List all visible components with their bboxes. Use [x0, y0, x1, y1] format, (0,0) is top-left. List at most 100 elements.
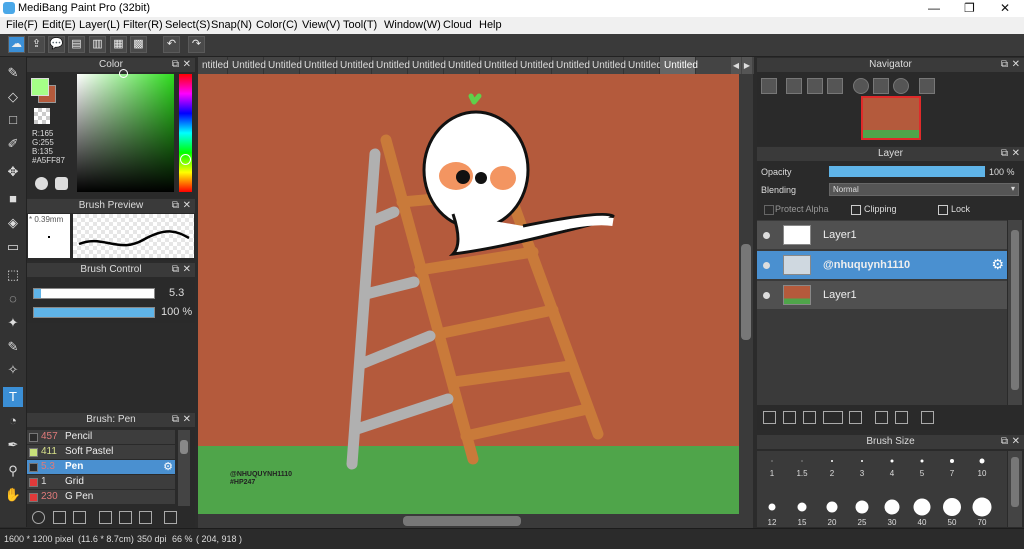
brush-size-option[interactable]: 20 — [818, 493, 846, 529]
visibility-icon[interactable] — [763, 262, 770, 269]
brush-size-option[interactable]: 50 — [938, 493, 966, 529]
zoom-out-icon[interactable] — [827, 78, 843, 94]
brush-size-option[interactable]: 70 — [968, 493, 996, 529]
brush-size-option[interactable]: 3 — [848, 457, 876, 493]
close-panel-icon[interactable]: ✕ — [183, 199, 191, 213]
clipping-checkbox[interactable] — [851, 205, 861, 215]
delete-brush-icon[interactable] — [164, 511, 177, 524]
layer-row[interactable]: Layer1 — [757, 281, 1007, 310]
menu-tool[interactable]: Tool(T) — [343, 19, 377, 31]
select-pen-icon[interactable]: ✎ — [3, 337, 23, 357]
brush-size-option[interactable]: 30 — [878, 493, 906, 529]
horizontal-scroll-thumb[interactable] — [403, 516, 521, 526]
undock-icon[interactable]: ⧉ — [1001, 58, 1008, 72]
cloud-brush-icon[interactable] — [32, 511, 45, 524]
picker-handle[interactable] — [119, 69, 128, 78]
tab-document[interactable]: Untitled — [516, 57, 554, 74]
visibility-icon[interactable] — [763, 232, 770, 239]
brush-size-option[interactable]: 12 — [758, 493, 786, 529]
fit-icon[interactable] — [807, 78, 823, 94]
grid-icon[interactable]: ▩ — [130, 36, 147, 53]
saturation-value-picker[interactable] — [77, 74, 174, 192]
select-eraser-icon[interactable]: ✧ — [3, 360, 23, 380]
layer-opacity-slider[interactable] — [829, 166, 985, 177]
menu-layer[interactable]: Layer(L) — [79, 19, 120, 31]
undo-icon[interactable]: ↶ — [163, 36, 180, 53]
menu-view[interactable]: View(V) — [302, 19, 340, 31]
brush-size-option[interactable]: 15 — [788, 493, 816, 529]
lasso-icon[interactable]: ◌ — [3, 289, 23, 309]
menu-edit[interactable]: Edit(E) — [42, 19, 76, 31]
tab-scroll-right-icon[interactable]: ▶ — [742, 57, 752, 74]
add-layer-menu-icon[interactable] — [823, 411, 843, 424]
close-panel-icon[interactable]: ✕ — [1012, 147, 1020, 161]
close-panel-icon[interactable]: ✕ — [1012, 435, 1020, 449]
brush-size-slider[interactable] — [33, 288, 155, 299]
upload-icon[interactable]: ⇪ — [28, 36, 45, 53]
tab-document[interactable]: Untitled — [228, 57, 266, 74]
brush-size-option[interactable]: 40 — [908, 493, 936, 529]
tab-document[interactable]: Untitled — [264, 57, 302, 74]
cloud-icon[interactable]: ☁ — [8, 36, 25, 53]
message-icon[interactable]: ▤ — [68, 36, 85, 53]
close-panel-icon[interactable]: ✕ — [1012, 58, 1020, 72]
navigator-thumbnail[interactable] — [861, 96, 921, 140]
fullscreen-icon[interactable] — [873, 78, 889, 94]
menu-color[interactable]: Color(C) — [256, 19, 298, 31]
brush-list-item[interactable]: 411 Soft Pastel — [27, 445, 175, 460]
menu-window[interactable]: Window(W) — [384, 19, 441, 31]
brush-size-option[interactable]: 25 — [848, 493, 876, 529]
close-panel-icon[interactable]: ✕ — [183, 263, 191, 277]
brush-size-option[interactable]: 2 — [818, 457, 846, 493]
hue-handle[interactable] — [180, 154, 191, 165]
brush-list-item[interactable]: 5.3 Pen ⚙ — [27, 460, 175, 475]
duplicate-icon[interactable] — [139, 511, 152, 524]
duplicate-layer-icon[interactable] — [875, 411, 888, 424]
dropper-tool-icon[interactable]: ✒ — [3, 435, 23, 455]
undock-icon[interactable]: ⧉ — [172, 413, 179, 427]
layer-settings-gear-icon[interactable]: ⚙ — [991, 256, 1004, 273]
protect-alpha-checkbox[interactable] — [764, 205, 774, 215]
vertical-scrollbar[interactable] — [739, 74, 753, 514]
brush-list-item[interactable]: 1 Grid — [27, 475, 175, 490]
new-halftone-layer-icon[interactable] — [783, 411, 796, 424]
folder-icon[interactable] — [119, 511, 132, 524]
visibility-icon[interactable] — [763, 292, 770, 299]
eyedropper-icon[interactable]: ⚲ — [3, 461, 23, 481]
copy-brush-icon[interactable] — [99, 511, 112, 524]
brush-size-option[interactable]: 7 — [938, 457, 966, 493]
layer-folder-icon[interactable] — [849, 411, 862, 424]
shape-tool-icon[interactable]: □ — [3, 110, 23, 130]
tab-document[interactable]: Untitled — [372, 57, 410, 74]
tab-document[interactable]: Untitled — [588, 57, 626, 74]
layer-list-scrollbar[interactable] — [1008, 220, 1022, 405]
delete-layer-icon[interactable] — [921, 411, 934, 424]
color-wheel-icon[interactable] — [35, 177, 48, 190]
add-brush-icon[interactable] — [73, 511, 86, 524]
color-palette-icon[interactable] — [55, 177, 68, 190]
brush-list-item[interactable]: 457 Pencil — [27, 430, 175, 445]
balloon-tool-icon[interactable]: ◔ — [3, 411, 23, 431]
transparent-color-swatch[interactable] — [34, 108, 50, 124]
close-panel-icon[interactable]: ✕ — [183, 58, 191, 72]
brush-settings-gear-icon[interactable]: ⚙ — [163, 460, 173, 473]
redo-icon[interactable]: ↷ — [188, 36, 205, 53]
tab-document[interactable]: Untitled — [408, 57, 446, 74]
undock-icon[interactable]: ⧉ — [172, 263, 179, 277]
eraser-tool-icon[interactable]: ◇ — [3, 87, 23, 107]
new-layer-icon[interactable] — [763, 411, 776, 424]
new-8bit-layer-icon[interactable] — [803, 411, 816, 424]
undock-icon[interactable]: ⧉ — [1001, 147, 1008, 161]
brush-size-option[interactable]: 1.5 — [788, 457, 816, 493]
fill-rect-tool-icon[interactable]: ■ — [3, 189, 23, 209]
layer-scroll-thumb[interactable] — [1011, 230, 1019, 390]
zoom-in-icon[interactable] — [761, 78, 777, 94]
tab-document[interactable]: Untitled — [480, 57, 518, 74]
close-button[interactable]: ✕ — [1000, 1, 1010, 15]
brush-size-option[interactable]: 1 — [758, 457, 786, 493]
rotate-left-icon[interactable] — [853, 78, 869, 94]
brush-size-option[interactable]: 5 — [908, 457, 936, 493]
blending-select[interactable]: Normal ▾ — [829, 183, 1019, 196]
foreground-color-swatch[interactable] — [31, 78, 49, 96]
tab-scroll-left-icon[interactable]: ◀ — [731, 57, 741, 74]
